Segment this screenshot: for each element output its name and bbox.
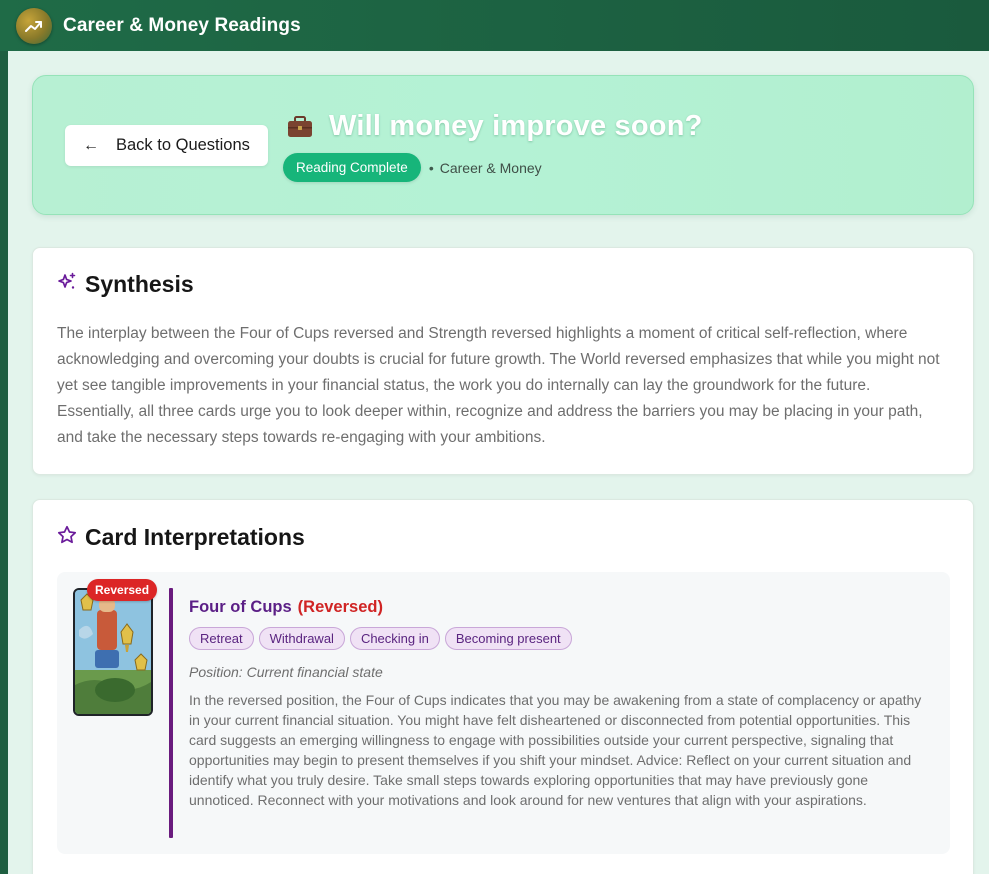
- keyword-tag: Checking in: [349, 627, 440, 650]
- star-icon: [57, 525, 77, 550]
- synthesis-title: Synthesis: [85, 271, 194, 297]
- arrow-left-icon: ←: [83, 136, 99, 154]
- card-title: Four of Cups: [189, 598, 292, 616]
- question-title: Will money improve soon?: [329, 110, 703, 142]
- synthesis-text: The interplay between the Four of Cups r…: [57, 325, 940, 446]
- interpretations-heading: Card Interpretations: [57, 524, 305, 551]
- card-accent-bar: [169, 588, 173, 838]
- question-meta: Reading Complete • Career & Money: [283, 153, 542, 182]
- card-name: Four of Cups (Reversed): [189, 598, 383, 617]
- meta-separator: •: [428, 159, 434, 176]
- keyword-tags: Retreat Withdrawal Checking in Becoming …: [189, 627, 577, 650]
- interpretations-title: Card Interpretations: [85, 524, 305, 550]
- app-header: Career & Money Readings: [0, 0, 989, 51]
- keyword-tag: Withdrawal: [258, 627, 345, 650]
- card-interpretations-section: Card Interpretations Reversed Four of Cu…: [32, 499, 974, 874]
- card-orientation: (Reversed): [297, 598, 383, 616]
- sparkles-icon: [57, 272, 77, 297]
- card-interpretation-item: Reversed Four of Cups (Reversed) Retreat …: [57, 572, 950, 854]
- synthesis-heading: Synthesis: [57, 271, 194, 298]
- keyword-tag: Retreat: [189, 627, 254, 650]
- synthesis-section: Synthesis The interplay between the Four…: [32, 247, 974, 475]
- back-button-label: Back to Questions: [116, 136, 250, 154]
- card-meaning: In the reversed position, the Four of Cu…: [189, 692, 922, 808]
- status-badge: Reading Complete: [283, 153, 421, 182]
- app-title: Career & Money Readings: [63, 14, 301, 36]
- question-title-row: Will money improve soon?: [287, 110, 703, 143]
- left-sidebar-edge: [0, 51, 8, 874]
- main-content: ← Back to Questions Will money improve s…: [8, 51, 989, 874]
- category-label: Career & Money: [439, 159, 542, 176]
- back-to-questions-button[interactable]: ← Back to Questions: [65, 125, 268, 166]
- briefcase-icon: [287, 115, 313, 138]
- card-position: Position: Current financial state: [189, 664, 383, 680]
- reversed-badge: Reversed: [87, 579, 158, 601]
- trending-up-icon: [16, 7, 52, 44]
- question-header: ← Back to Questions Will money improve s…: [32, 75, 974, 215]
- keyword-tag: Becoming present: [444, 627, 572, 650]
- four-of-cups-card-image: [73, 588, 153, 716]
